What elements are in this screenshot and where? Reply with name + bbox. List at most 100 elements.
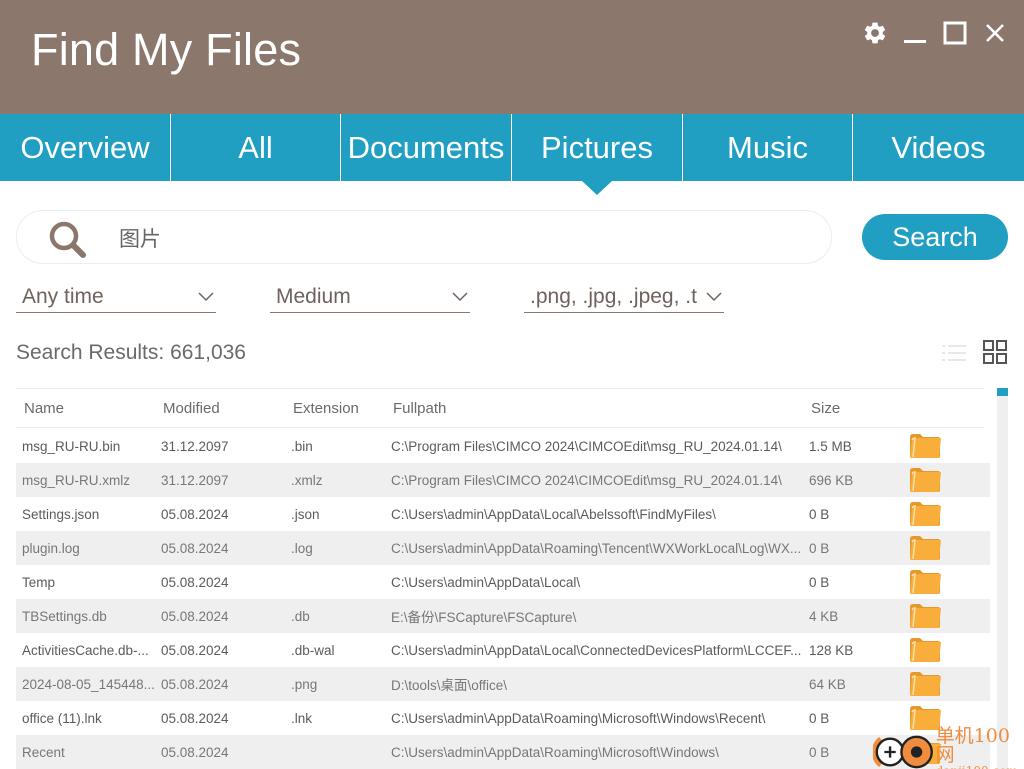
- cell-extension: .lnk: [291, 710, 313, 726]
- cell-modified: 05.08.2024: [161, 540, 229, 556]
- cell-size: 64 KB: [809, 676, 846, 692]
- open-folder-icon: [910, 536, 941, 560]
- table-row[interactable]: TBSettings.db 05.08.2024 .db E:\备份\FSCaptur…: [16, 599, 990, 633]
- open-folder-button[interactable]: [908, 671, 942, 700]
- search-box: [16, 210, 832, 264]
- column-header-name[interactable]: Name: [24, 400, 164, 417]
- cell-modified: 31.12.2097: [161, 438, 229, 454]
- cell-extension: .json: [291, 506, 320, 522]
- open-folder-button[interactable]: [908, 433, 942, 462]
- column-header-extension[interactable]: Extension: [293, 400, 383, 417]
- extension-filter-dropdown[interactable]: .png, .jpg, .jpeg, .t: [524, 282, 724, 313]
- grid-view-icon: [983, 340, 1007, 364]
- tab-pictures[interactable]: Pictures: [512, 114, 683, 195]
- cell-extension: .png: [291, 676, 318, 692]
- column-header-size[interactable]: Size: [811, 400, 891, 417]
- close-button[interactable]: [982, 20, 1008, 46]
- scrollbar-thumb[interactable]: [997, 388, 1008, 396]
- cell-extension: .xmlz: [291, 472, 323, 488]
- cell-name: plugin.log: [22, 540, 80, 556]
- window-controls: [862, 20, 1008, 46]
- cell-fullpath: E:\备份\FSCapture\FSCapture\: [391, 610, 577, 625]
- cell-name: msg_RU-RU.bin: [22, 438, 121, 454]
- gear-icon: [864, 22, 886, 44]
- tab-videos[interactable]: Videos: [853, 114, 1024, 181]
- open-folder-button[interactable]: [908, 501, 942, 530]
- minimize-button[interactable]: [902, 20, 928, 46]
- size-filter-dropdown[interactable]: Medium: [270, 282, 470, 313]
- cell-name: ActivitiesCache.db-...: [22, 642, 149, 658]
- cell-name: 2024-08-05_145448...: [22, 676, 155, 692]
- open-folder-button[interactable]: [908, 603, 942, 632]
- time-filter-value: Any time: [22, 285, 104, 308]
- close-icon: [986, 24, 1004, 42]
- open-folder-icon: [910, 434, 941, 458]
- table-row[interactable]: office (11).lnk 05.08.2024 .lnk C:\Users\ad…: [16, 701, 990, 735]
- search-icon: [49, 221, 86, 258]
- results-table: Name Modified Extension Fullpath Size ms…: [16, 388, 990, 769]
- cell-modified: 05.08.2024: [161, 506, 229, 522]
- search-results-summary: Search Results: 661,036: [16, 341, 246, 365]
- tab-all[interactable]: All: [171, 114, 341, 181]
- watermark-text: 单机100网 danji100.com: [936, 727, 1024, 769]
- vertical-scrollbar[interactable]: [997, 388, 1008, 769]
- tab-overview[interactable]: Overview: [0, 114, 171, 181]
- cell-modified: 05.08.2024: [161, 710, 229, 726]
- cell-fullpath: C:\Users\admin\AppData\Local\: [391, 574, 581, 590]
- table-row[interactable]: plugin.log 05.08.2024 .log C:\Users\admin\A…: [16, 531, 990, 565]
- watermark-title: 单机100网: [935, 725, 1010, 766]
- size-filter-value: Medium: [276, 285, 351, 308]
- time-filter-dropdown[interactable]: Any time: [16, 282, 216, 313]
- cell-name: Temp: [22, 574, 56, 590]
- cell-name: Recent: [22, 744, 65, 760]
- table-row[interactable]: Temp 05.08.2024 C:\Users\admin\AppData\Loc…: [16, 565, 990, 599]
- cell-name: TBSettings.db: [22, 608, 107, 624]
- table-row[interactable]: msg_RU-RU.xmlz 31.12.2097 .xmlz C:\Program …: [16, 463, 990, 497]
- settings-button[interactable]: [862, 20, 888, 46]
- cell-name: msg_RU-RU.xmlz: [22, 472, 130, 488]
- cell-fullpath: C:\Program Files\CIMCO 2024\CIMCOEdit\ms…: [391, 472, 782, 488]
- results-count: 661,036: [170, 341, 246, 364]
- cell-fullpath: C:\Users\admin\AppData\Local\Abelssoft\F…: [391, 506, 716, 522]
- open-folder-button[interactable]: [908, 535, 942, 564]
- open-folder-icon: [910, 502, 941, 526]
- cell-fullpath: C:\Users\admin\AppData\Roaming\Microsoft…: [391, 710, 766, 726]
- minimize-icon: [904, 40, 926, 43]
- open-folder-button[interactable]: [908, 637, 942, 666]
- cell-name: office (11).lnk: [22, 710, 102, 726]
- cell-size: 1.5 MB: [809, 438, 852, 454]
- table-row[interactable]: Recent 05.08.2024 C:\Users\admin\AppData\R…: [16, 735, 990, 769]
- cell-size: 696 KB: [809, 472, 854, 488]
- maximize-button[interactable]: [942, 20, 968, 46]
- cell-name: Settings.json: [22, 506, 100, 522]
- results-label: Search Results:: [16, 341, 165, 364]
- cell-extension: .db: [291, 608, 310, 624]
- list-view-icon: [942, 345, 966, 361]
- search-input[interactable]: [119, 223, 809, 253]
- watermark-logo-icon: [873, 735, 933, 769]
- grid-view-button[interactable]: [983, 340, 1007, 369]
- cell-size: 0 B: [809, 540, 830, 556]
- cell-modified: 05.08.2024: [161, 676, 229, 692]
- list-view-button[interactable]: [942, 342, 966, 369]
- table-row[interactable]: 2024-08-05_145448... 05.08.2024 .png D:\too…: [16, 667, 990, 701]
- cell-fullpath: D:\tools\桌面\office\: [391, 678, 508, 693]
- title-bar: Find My Files: [0, 0, 1024, 114]
- column-header-fullpath[interactable]: Fullpath: [393, 400, 803, 417]
- cell-modified: 05.08.2024: [161, 574, 229, 590]
- table-row[interactable]: ActivitiesCache.db-... 05.08.2024 .db-wal C…: [16, 633, 990, 667]
- chevron-down-icon: [706, 292, 722, 302]
- app-title: Find My Files: [31, 24, 302, 75]
- search-button[interactable]: Search: [862, 214, 1008, 260]
- column-header-modified[interactable]: Modified: [163, 400, 283, 417]
- table-row[interactable]: msg_RU-RU.bin 31.12.2097 .bin C:\Program Fi…: [16, 429, 990, 463]
- open-folder-button[interactable]: [908, 467, 942, 496]
- table-row[interactable]: Settings.json 05.08.2024 .json C:\Users\adm…: [16, 497, 990, 531]
- watermark-url: danji100.com: [936, 765, 1024, 769]
- category-tabs: Overview All Documents Pictures Music Vi…: [0, 114, 1024, 195]
- table-header: Name Modified Extension Fullpath Size: [16, 389, 984, 428]
- tab-documents[interactable]: Documents: [341, 114, 512, 181]
- open-folder-button[interactable]: [908, 569, 942, 598]
- cell-size: 4 KB: [809, 608, 839, 624]
- tab-music[interactable]: Music: [683, 114, 853, 181]
